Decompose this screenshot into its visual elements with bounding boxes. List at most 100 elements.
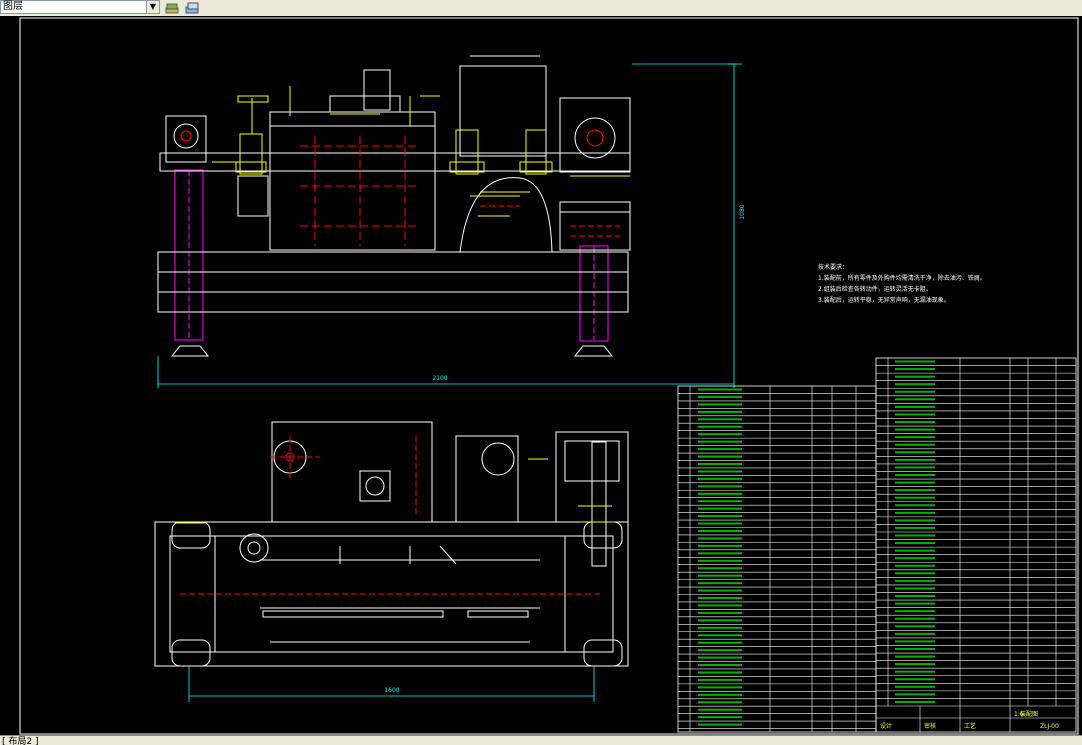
bom-cell-text-mark bbox=[698, 537, 742, 540]
bom-cell-text-mark bbox=[698, 462, 742, 465]
bom-cell-text-mark bbox=[895, 481, 935, 484]
plan-view bbox=[154, 421, 629, 667]
bom-cell-text-mark bbox=[895, 693, 935, 696]
bom-cell-text-mark bbox=[698, 604, 742, 607]
bom-cell-text-mark bbox=[698, 641, 742, 644]
bom-cell-text-mark bbox=[698, 507, 742, 510]
bom-cell-text-mark bbox=[895, 511, 935, 514]
bom-cell-text-mark bbox=[895, 504, 935, 507]
bom-cell-text-mark bbox=[895, 360, 935, 363]
bom-cell-text-mark bbox=[895, 473, 935, 476]
bom-cell-text-mark bbox=[895, 557, 935, 560]
title-block-label: 工艺 bbox=[964, 722, 976, 730]
bom-cell-text-mark bbox=[698, 716, 742, 719]
bom-cell-text-mark bbox=[895, 466, 935, 469]
notes-line: 技术要求： bbox=[818, 264, 849, 271]
bom-cell-text-mark bbox=[895, 451, 935, 454]
bom-cell-text-mark bbox=[698, 634, 742, 637]
title-block-label: 装配图 bbox=[1020, 710, 1038, 718]
bom-cell-text-mark bbox=[895, 602, 935, 605]
bom-cell-text-mark bbox=[895, 421, 935, 424]
dim-width-front: 2100 bbox=[432, 375, 447, 382]
layer-previous-icon[interactable] bbox=[184, 0, 200, 14]
bom-cell-text-mark bbox=[698, 448, 742, 451]
bom-cell-text-mark bbox=[895, 405, 935, 408]
bom-cell-text-mark bbox=[698, 440, 742, 443]
plan-view-centerlines bbox=[180, 436, 600, 595]
bom-cell-text-mark bbox=[698, 589, 742, 592]
bom-cell-text-mark bbox=[698, 597, 742, 600]
bom-cell-text-mark bbox=[698, 701, 742, 704]
front-dimensions bbox=[157, 63, 742, 388]
notes-line: 3.装配后，运转平稳，无异常声响，无漏油现象。 bbox=[818, 297, 950, 304]
bom-cell-text-mark bbox=[895, 685, 935, 688]
bom-cell-text-mark bbox=[698, 626, 742, 629]
bom-cell-text-mark bbox=[895, 595, 935, 598]
dim-width-plan: 1600 bbox=[384, 687, 399, 694]
bom-cell-text-mark bbox=[698, 611, 742, 614]
bom-cell-text-mark bbox=[895, 428, 935, 431]
drawing-canvas[interactable]: 2100 1080 1600 设计 审核 工艺 1:6 ZLJ-00 装配图 bbox=[0, 16, 1082, 735]
bom-cell-text-mark bbox=[895, 413, 935, 416]
bom-cell-text-mark bbox=[895, 610, 935, 613]
bom-cell-text-mark bbox=[698, 492, 742, 495]
plan-dimensions bbox=[188, 666, 595, 702]
bom-cell-text-mark bbox=[895, 572, 935, 575]
notes-line: 2.组装后检查各转动件，运转灵活无卡阻。 bbox=[818, 286, 932, 293]
bom-cell-text-mark bbox=[895, 542, 935, 545]
bom-cell-text-mark bbox=[895, 519, 935, 522]
bom-cell-text-mark bbox=[895, 549, 935, 552]
bom-cell-text-mark bbox=[895, 678, 935, 681]
bom-cell-text-mark bbox=[895, 458, 935, 461]
notes-line: 1.装配前，所有零件及外购件均需清洗干净，除去油污、铁屑。 bbox=[818, 275, 986, 282]
bom-cell-text-mark bbox=[698, 649, 742, 652]
bom-cell-text-mark bbox=[895, 632, 935, 635]
bom-cell-text-mark bbox=[698, 708, 742, 711]
bom-cell-text-mark bbox=[698, 395, 742, 398]
bill-of-materials: 设计 审核 工艺1:6ZLJ-00装配图 bbox=[677, 357, 1077, 733]
bom-cell-text-mark bbox=[698, 574, 742, 577]
bom-cell-text-mark bbox=[698, 522, 742, 525]
front-view bbox=[157, 55, 631, 357]
bom-cell-text-mark bbox=[895, 587, 935, 590]
bom-cell-text-mark bbox=[895, 640, 935, 643]
bom-cell-text-mark bbox=[895, 368, 935, 371]
layer-dropdown-value: 图层 bbox=[3, 1, 23, 12]
bom-cell-text-mark bbox=[895, 579, 935, 582]
bom-cell-text-mark bbox=[698, 552, 742, 555]
bom-cell-text-mark bbox=[895, 655, 935, 658]
bom-cell-text-mark bbox=[895, 670, 935, 673]
bom-cell-text-mark bbox=[698, 582, 742, 585]
bom-cell-text-mark bbox=[895, 625, 935, 628]
bom-cell-text-mark bbox=[895, 663, 935, 666]
bom-cell-text-mark bbox=[895, 526, 935, 529]
bom-cell-text-mark bbox=[895, 534, 935, 537]
title-block-label: 设计 bbox=[880, 722, 892, 730]
bom-cell-text-mark bbox=[698, 433, 742, 436]
bom-cell-text-mark bbox=[698, 544, 742, 547]
chevron-down-icon[interactable]: ▼ bbox=[146, 1, 159, 13]
bom-cell-text-mark bbox=[698, 477, 742, 480]
bom-cell-text-mark bbox=[698, 671, 742, 674]
technical-notes: 技术要求： 1.装配前，所有零件及外购件均需清洗干净，除去油污、铁屑。 2.组装… bbox=[818, 262, 986, 306]
bom-cell-text-mark bbox=[698, 515, 742, 518]
layer-dropdown[interactable]: 图层 ▼ bbox=[0, 0, 160, 14]
bom-cell-text-mark bbox=[698, 485, 742, 488]
bom-cell-text-mark bbox=[698, 529, 742, 532]
bom-cell-text-mark bbox=[698, 619, 742, 622]
bom-cell-text-mark bbox=[698, 455, 742, 458]
bom-cell-text-mark bbox=[895, 436, 935, 439]
bom-cell-text-mark bbox=[895, 398, 935, 401]
bom-cell-text-mark bbox=[895, 617, 935, 620]
bom-cell-text-mark bbox=[895, 564, 935, 567]
bom-cell-text-mark bbox=[698, 723, 742, 726]
bom-cell-text-mark bbox=[895, 375, 935, 378]
bom-cell-text-mark bbox=[895, 647, 935, 650]
bom-cell-text-mark bbox=[698, 410, 742, 413]
bom-cell-text-mark bbox=[698, 693, 742, 696]
bom-cell-text-mark bbox=[698, 425, 742, 428]
toolbar: 图层 ▼ bbox=[0, 0, 1082, 17]
bom-cell-text-mark bbox=[698, 500, 742, 503]
layer-states-icon[interactable] bbox=[164, 0, 180, 14]
bom-cell-text-mark bbox=[895, 383, 935, 386]
